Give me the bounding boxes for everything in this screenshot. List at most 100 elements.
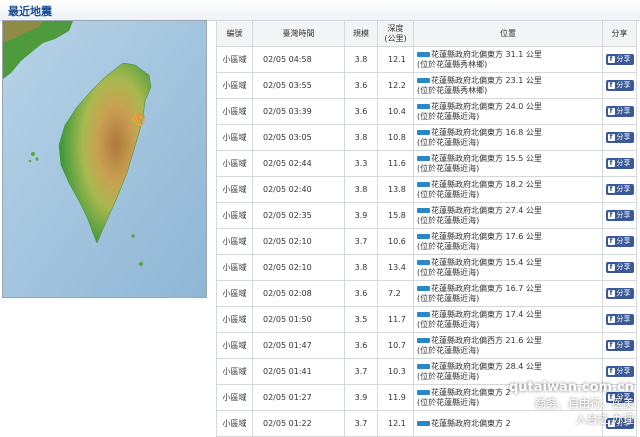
share-button[interactable]: f 分享 — [605, 288, 634, 299]
row-id: 小區域 — [216, 124, 253, 151]
row-depth: 12.1 — [377, 46, 414, 73]
facebook-icon: f — [607, 81, 615, 89]
share-label: 分享 — [616, 237, 631, 245]
row-depth: 13.4 — [377, 254, 414, 281]
row-time: 02/05 03:05 — [252, 124, 345, 151]
location-subtext: (位於花蓮縣近海) — [417, 267, 480, 277]
location-tag-icon — [417, 77, 430, 83]
row-share: f 分享 — [602, 280, 637, 307]
location-text: 花蓮縣政府北偏東方 2 — [431, 418, 511, 428]
row-magnitude: 3.6 — [344, 72, 378, 99]
row-depth: 10.3 — [377, 358, 414, 385]
facebook-icon: f — [607, 159, 615, 167]
row-time: 02/05 02:40 — [252, 176, 345, 203]
share-button[interactable]: f 分享 — [605, 184, 634, 195]
location-tag-icon — [417, 420, 430, 426]
table-row[interactable]: 小區域 02/05 03:05 3.8 10.8 花蓮縣政府北偏東方 16.8 公里 (位… — [216, 124, 637, 151]
row-time: 02/05 02:08 — [252, 280, 345, 307]
table-row[interactable]: 小區域 02/05 01:47 3.6 10.7 花蓮縣政府北偏西方 21.6 公里 (位… — [216, 332, 637, 359]
share-button[interactable]: f 分享 — [605, 158, 634, 169]
facebook-icon: f — [607, 289, 615, 297]
section-header: 最近地震 — [0, 0, 640, 21]
location-subtext: (位於花蓮縣近海) — [417, 111, 480, 121]
row-location[interactable]: 花蓮縣政府北偏東方 24.0 公里 (位於花蓮縣近海) — [413, 98, 603, 125]
table-row[interactable]: 小區域 02/05 01:50 3.5 11.7 花蓮縣政府北偏東方 17.4 公里 (位… — [216, 306, 637, 333]
watermark-line2: 商务、自由行、医美 — [535, 397, 634, 410]
row-share: f 分享 — [602, 332, 637, 359]
location-subtext: (位於花蓮縣近海) — [417, 189, 480, 199]
row-location[interactable]: 花蓮縣政府北偏東方 17.4 公里 (位於花蓮縣近海) — [413, 306, 603, 333]
row-location[interactable]: 花蓮縣政府北偏東方 23.1 公里 (位於花蓮縣秀林鄉) — [413, 72, 603, 99]
share-button[interactable]: f 分享 — [605, 340, 634, 351]
row-magnitude: 3.8 — [344, 46, 378, 73]
table-row[interactable]: 小區域 02/05 02:08 3.6 7.2 花蓮縣政府北偏東方 16.7 公里 (位於… — [216, 280, 637, 307]
row-location[interactable]: 花蓮縣政府北偏東方 18.2 公里 (位於花蓮縣近海) — [413, 176, 603, 203]
row-id: 小區域 — [216, 384, 253, 411]
row-id: 小區域 — [216, 46, 253, 73]
table-row[interactable]: 小區域 02/05 03:55 3.6 12.2 花蓮縣政府北偏東方 23.1 公里 (位… — [216, 72, 637, 99]
share-label: 分享 — [616, 289, 631, 297]
table-body: 小區域 02/05 04:58 3.8 12.1 花蓮縣政府北偏東方 31.1 公里 (位… — [216, 46, 637, 437]
col-header-time: 臺灣時間 — [252, 20, 345, 47]
table-row[interactable]: 小區域 02/05 02:44 3.3 11.6 花蓮縣政府北偏東方 15.5 公里 (位… — [216, 150, 637, 177]
table-row[interactable]: 小區域 02/05 02:10 3.7 10.6 花蓮縣政府北偏東方 17.6 公里 (位… — [216, 228, 637, 255]
row-share: f 分享 — [602, 176, 637, 203]
row-share: f 分享 — [602, 254, 637, 281]
row-time: 02/05 01:41 — [252, 358, 345, 385]
location-text: 花蓮縣政府北偏東方 27.4 公里 — [431, 205, 542, 215]
location-tag-icon — [417, 285, 430, 291]
share-button[interactable]: f 分享 — [605, 80, 634, 91]
row-location[interactable]: 花蓮縣政府北偏東方 17.6 公里 (位於花蓮縣近海) — [413, 228, 603, 255]
table-row[interactable]: 小區域 02/05 02:10 3.8 13.4 花蓮縣政府北偏東方 15.4 公里 (位… — [216, 254, 637, 281]
row-location[interactable]: 花蓮縣政府北偏東方 27.4 公里 (位於花蓮縣近海) — [413, 202, 603, 229]
table-row[interactable]: 小區域 02/05 03:39 3.6 10.4 花蓮縣政府北偏東方 24.0 公里 (位… — [216, 98, 637, 125]
share-label: 分享 — [616, 315, 631, 323]
share-button[interactable]: f 分享 — [605, 132, 634, 143]
row-magnitude: 3.7 — [344, 410, 378, 437]
share-label: 分享 — [616, 107, 631, 115]
watermark: qutaiwan.com.cn 商务、自由行、医美 入台证 办理 — [509, 380, 634, 427]
row-time: 02/05 02:10 — [252, 228, 345, 255]
col-header-magnitude: 規模 — [344, 20, 378, 47]
facebook-icon: f — [607, 133, 615, 141]
location-text: 花蓮縣政府北偏東方 15.5 公里 — [431, 153, 542, 163]
row-time: 02/05 01:50 — [252, 306, 345, 333]
row-depth: 10.6 — [377, 228, 414, 255]
table-row[interactable]: 小區域 02/05 02:40 3.8 13.8 花蓮縣政府北偏東方 18.2 公里 (位… — [216, 176, 637, 203]
col-header-location: 位置 — [413, 20, 603, 47]
location-text: 花蓮縣政府北偏東方 16.7 公里 — [431, 283, 542, 293]
location-text: 花蓮縣政府北偏東方 31.1 公里 — [431, 49, 542, 59]
share-button[interactable]: f 分享 — [605, 314, 634, 325]
location-tag-icon — [417, 233, 430, 239]
row-location[interactable]: 花蓮縣政府北偏東方 16.7 公里 (位於花蓮縣近海) — [413, 280, 603, 307]
table-header-row: 編號 臺灣時間 規模 深度 (公里) 位置 分享 — [216, 20, 637, 47]
row-id: 小區域 — [216, 150, 253, 177]
row-location[interactable]: 花蓮縣政府北偏東方 16.8 公里 (位於花蓮縣近海) — [413, 124, 603, 151]
row-location[interactable]: 花蓮縣政府北偏東方 31.1 公里 (位於花蓮縣秀林鄉) — [413, 46, 603, 73]
location-text: 花蓮縣政府北偏東方 17.4 公里 — [431, 309, 542, 319]
share-button[interactable]: f 分享 — [605, 54, 634, 65]
row-share: f 分享 — [602, 124, 637, 151]
share-button[interactable]: f 分享 — [605, 106, 634, 117]
table-row[interactable]: 小區域 02/05 02:35 3.9 15.8 花蓮縣政府北偏東方 27.4 公里 (位… — [216, 202, 637, 229]
watermark-line3: 入台证 办理 — [575, 413, 635, 426]
row-magnitude: 3.6 — [344, 98, 378, 125]
row-share: f 分享 — [602, 150, 637, 177]
share-button[interactable]: f 分享 — [605, 366, 634, 377]
row-time: 02/05 01:27 — [252, 384, 345, 411]
location-subtext: (位於花蓮縣近海) — [417, 293, 480, 303]
share-button[interactable]: f 分享 — [605, 262, 634, 273]
share-button[interactable]: f 分享 — [605, 236, 634, 247]
earthquake-map[interactable] — [2, 20, 207, 298]
table-row[interactable]: 小區域 02/05 04:58 3.8 12.1 花蓮縣政府北偏東方 31.1 公里 (位… — [216, 46, 637, 73]
location-tag-icon — [417, 181, 430, 187]
location-text: 花蓮縣政府北偏東方 17.6 公里 — [431, 231, 542, 241]
row-magnitude: 3.3 — [344, 150, 378, 177]
row-location[interactable]: 花蓮縣政府北偏東方 15.4 公里 (位於花蓮縣近海) — [413, 254, 603, 281]
row-location[interactable]: 花蓮縣政府北偏東方 15.5 公里 (位於花蓮縣近海) — [413, 150, 603, 177]
row-id: 小區域 — [216, 358, 253, 385]
location-text: 花蓮縣政府北偏東方 23.1 公里 — [431, 75, 542, 85]
row-location[interactable]: 花蓮縣政府北偏西方 21.6 公里 (位於花蓮縣近海) — [413, 332, 603, 359]
share-button[interactable]: f 分享 — [605, 210, 634, 221]
facebook-icon: f — [607, 211, 615, 219]
